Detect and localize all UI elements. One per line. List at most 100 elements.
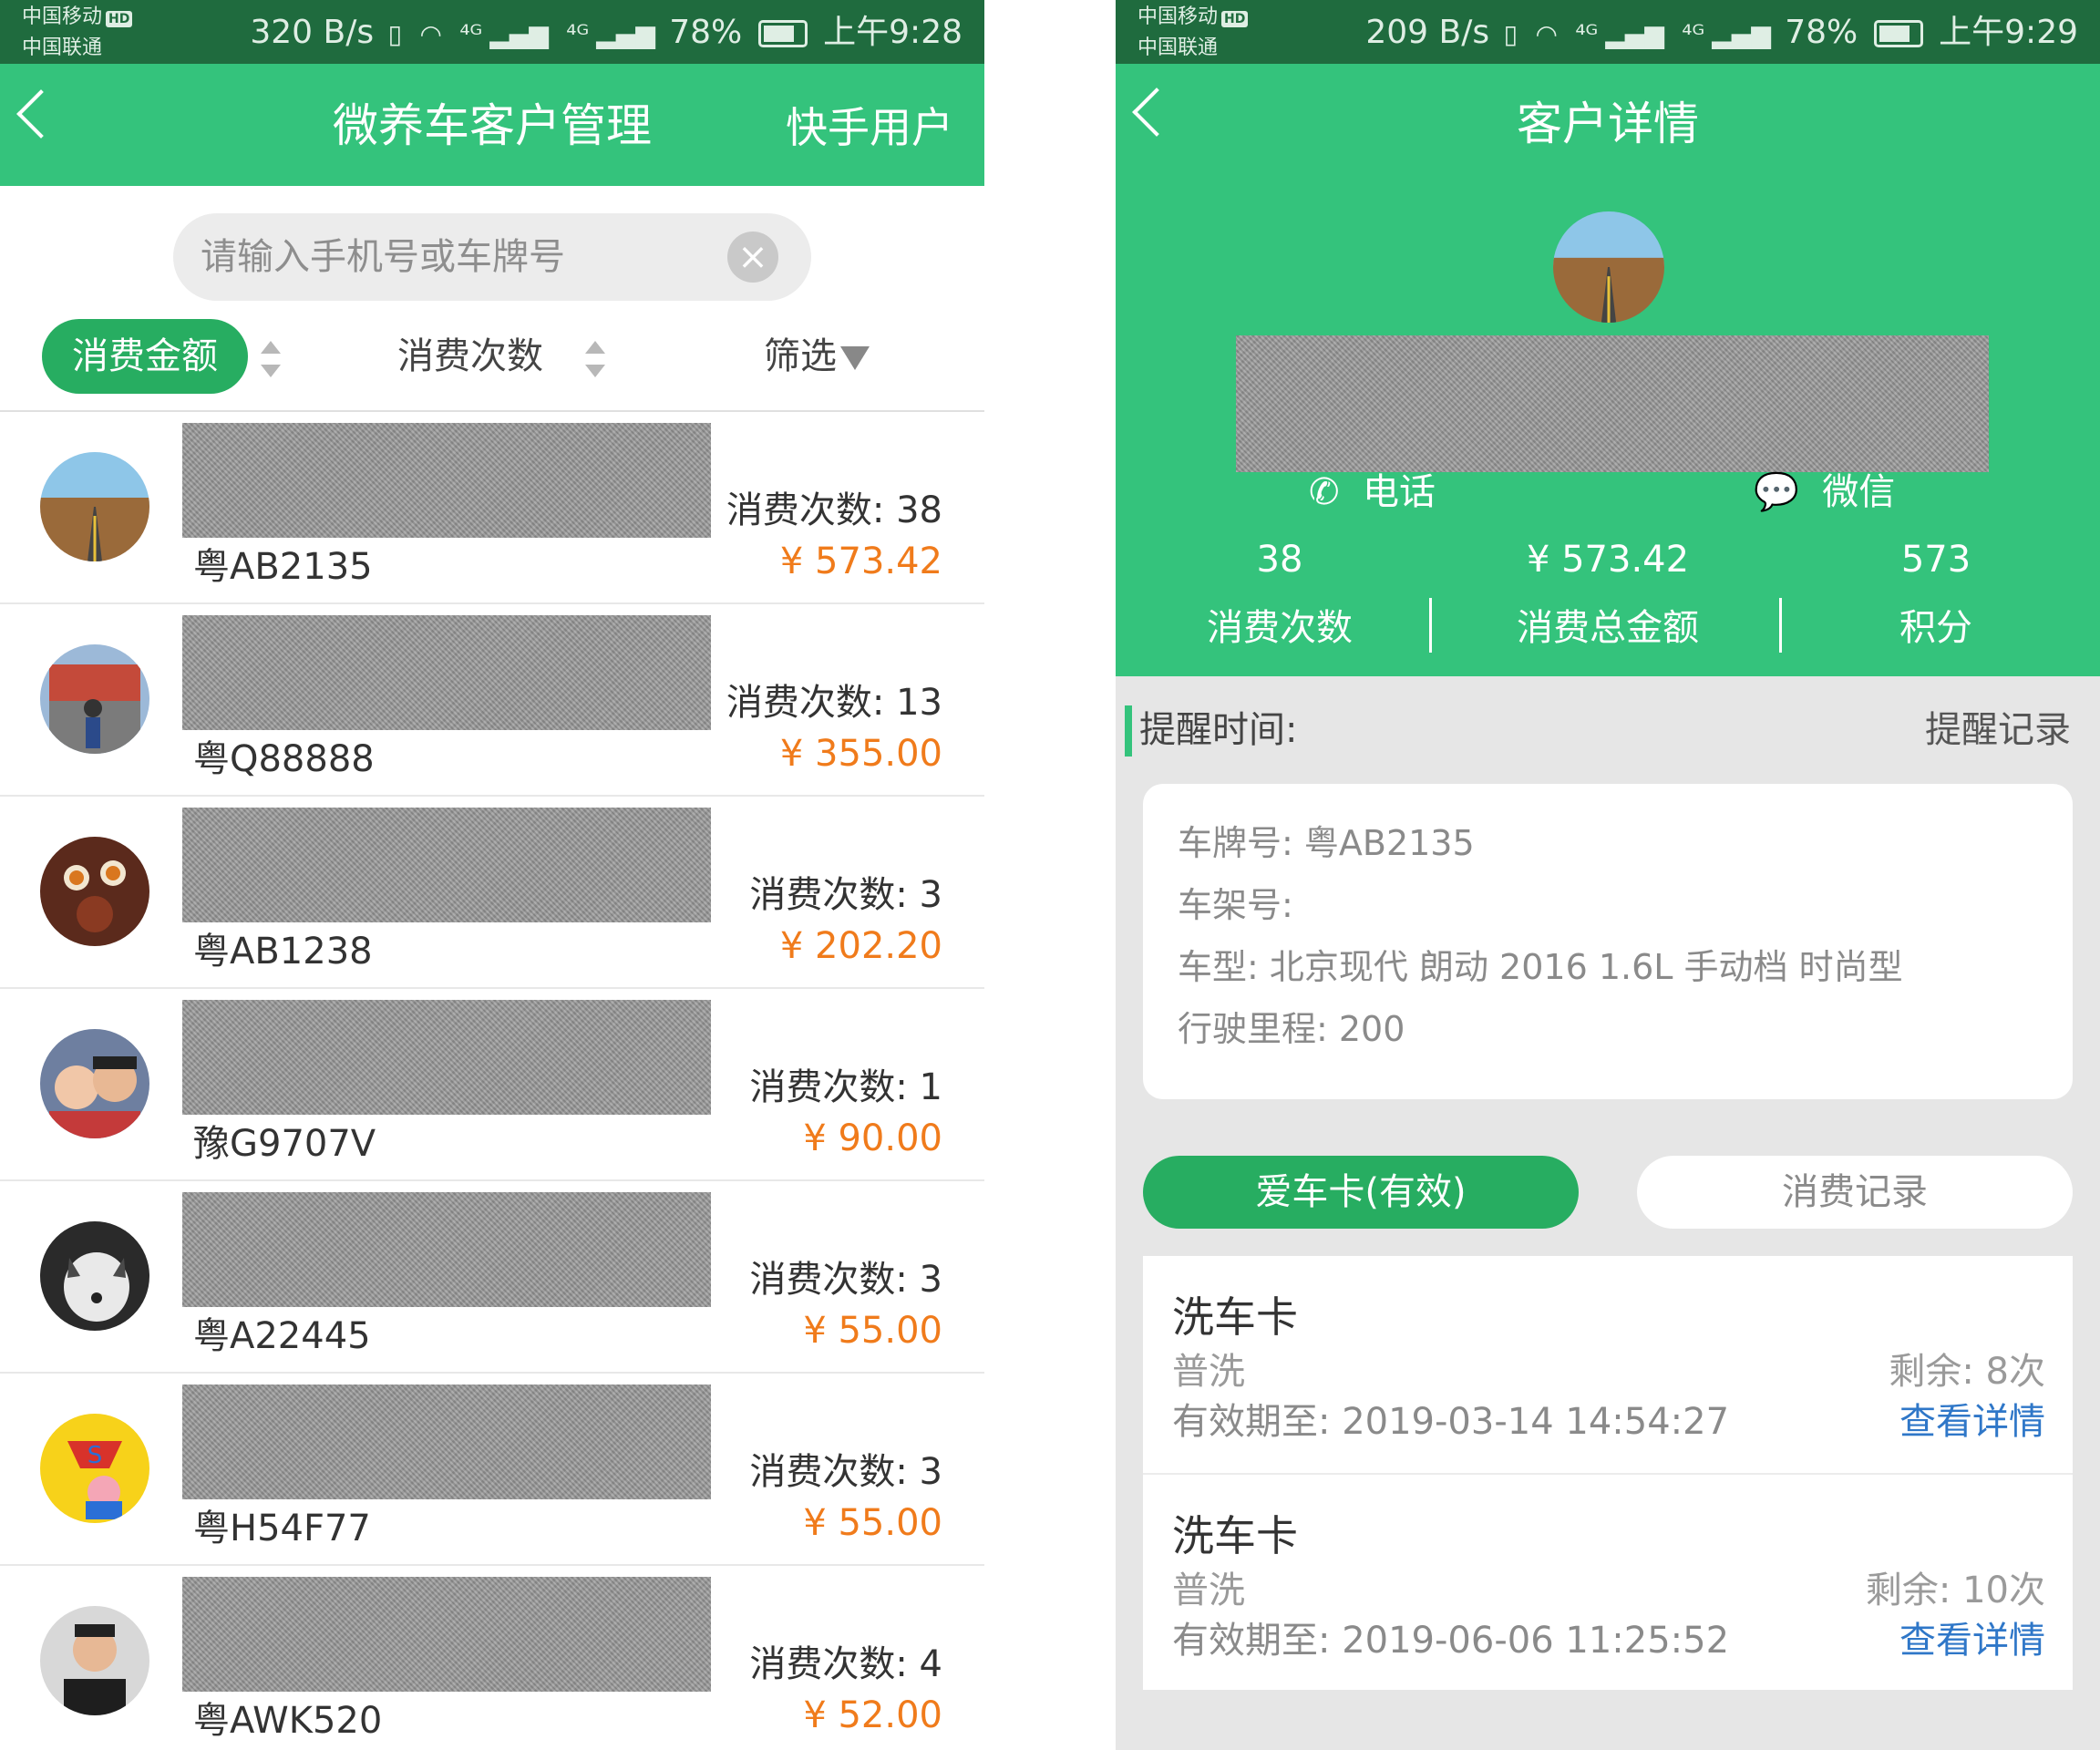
plate-number: 粤AB2135 — [193, 546, 373, 588]
wechat-label: 微信 — [1822, 471, 1896, 513]
avatar — [40, 644, 149, 754]
network-speed: 209 B/s — [1365, 14, 1490, 51]
customer-name-redacted — [182, 615, 711, 730]
consumption-count: 消费次数: 4 — [749, 1643, 942, 1685]
sort-arrows-icon[interactable] — [585, 341, 605, 377]
sort-arrows-icon[interactable] — [261, 341, 281, 377]
consumption-count: 消费次数: 38 — [726, 489, 942, 531]
status-indicators: 209 B/s ▯ ◠ ⁴ᴳ ▂▄▆ ⁴ᴳ ▂▄▆ 78% 上午9:29 — [1365, 13, 2078, 55]
clock: 上午9:29 — [1939, 14, 2078, 51]
consumption-amount: ¥ 90.00 — [803, 1117, 942, 1159]
network-speed: 320 B/s — [250, 14, 375, 51]
plate-number: 车牌号: 粤AB2135 — [1178, 823, 1475, 863]
vehicle-info-card: 车牌号: 粤AB2135 车架号: 车型: 北京现代 朗动 2016 1.6L … — [1143, 784, 2073, 1099]
consumption-amount: ¥ 52.00 — [803, 1694, 942, 1736]
consumption-count: 消费次数: 3 — [749, 1451, 942, 1493]
signal-bars-icon-2: ▂▄▆ — [596, 19, 655, 49]
status-indicators: 320 B/s ▯ ◠ ⁴ᴳ ▂▄▆ ⁴ᴳ ▂▄▆ 78% 上午9:28 — [250, 13, 962, 55]
consumption-count: 消费次数: 13 — [726, 682, 942, 724]
plate-number: 粤A22445 — [193, 1315, 371, 1357]
stat-points-value: 573 — [1900, 539, 1971, 581]
consumption-count: 消费次数: 3 — [749, 874, 942, 916]
filter-button[interactable]: 筛选 — [764, 330, 870, 383]
battery-icon — [757, 20, 808, 47]
frame-number: 车架号: — [1178, 885, 1293, 925]
tab-car-cards[interactable]: 爱车卡(有效) — [1143, 1156, 1579, 1229]
signal-bars-icon: ▂▄▆ — [489, 19, 549, 49]
customer-name-redacted — [182, 423, 711, 538]
customer-name-redacted — [182, 1000, 711, 1115]
card-title: 洗车卡 — [1172, 1292, 1298, 1342]
list-item: 洗车卡 普洗 有效期至: 2019-06-06 11:25:52 剩余: 10次… — [1143, 1475, 2073, 1690]
avatar — [40, 1606, 149, 1715]
clear-icon[interactable]: × — [727, 232, 778, 283]
filter-label: 筛选 — [764, 335, 837, 377]
avatar — [1553, 211, 1664, 323]
sort-by-amount-button[interactable]: 消费金额 — [42, 319, 248, 394]
customer-row[interactable]: 粤AWK520 消费次数: 4 ¥ 52.00 — [0, 1566, 984, 1750]
consumption-amount: ¥ 55.00 — [803, 1310, 942, 1352]
filter-funnel-icon — [840, 346, 870, 370]
customer-info-redacted — [1236, 335, 1989, 472]
customer-row[interactable]: 粤Q88888 消费次数: 13 ¥ 355.00 — [0, 604, 984, 797]
tab-consumption-records[interactable]: 消费记录 — [1637, 1156, 2073, 1229]
header-bar: 微养车客户管理 快手用户 — [0, 64, 984, 186]
consumption-count: 消费次数: 3 — [749, 1259, 942, 1301]
vibrate-icon: ▯ — [387, 19, 402, 49]
customer-row[interactable]: S 粤H54F77 消费次数: 3 ¥ 55.00 — [0, 1374, 984, 1566]
car-model: 车型: 北京现代 朗动 2016 1.6L 手动档 时尚型 — [1178, 947, 1903, 987]
consumption-amount: ¥ 55.00 — [803, 1502, 942, 1544]
clock: 上午9:28 — [823, 14, 962, 51]
view-details-link[interactable]: 查看详情 — [1899, 1615, 2045, 1666]
signal-4g-icon: ⁴ᴳ — [459, 19, 483, 49]
avatar — [40, 837, 149, 946]
stat-total-value: ¥ 573.42 — [1526, 539, 1690, 581]
status-bar: 中国移动 HD 中国联通 209 B/s ▯ ◠ ⁴ᴳ ▂▄▆ ⁴ᴳ ▂▄▆ 78% … — [1116, 0, 2100, 64]
search-input[interactable]: 请输入手机号或车牌号 × — [173, 213, 811, 301]
signal-bars-icon-2: ▂▄▆ — [1712, 19, 1771, 49]
mileage: 行驶里程: 200 — [1178, 1009, 1405, 1049]
consumption-amount: ¥ 573.42 — [779, 540, 942, 582]
signal-4g-icon-2: ⁴ᴳ — [566, 19, 590, 49]
customer-name-redacted — [182, 1385, 711, 1499]
sort-by-count-button[interactable]: 消费次数 — [397, 330, 543, 383]
customer-row[interactable]: 豫G9707V 消费次数: 1 ¥ 90.00 — [0, 989, 984, 1181]
customer-list: 粤AB2135 消费次数: 38 ¥ 573.42 粤Q88888 消费次数: … — [0, 412, 984, 1750]
plate-number: 粤H54F77 — [193, 1508, 371, 1549]
battery-percent: 78% — [1785, 14, 1858, 51]
signal-4g-icon-2: ⁴ᴳ — [1682, 19, 1705, 49]
avatar — [40, 452, 149, 561]
wifi-icon: ◠ — [1535, 19, 1558, 49]
vibrate-icon: ▯ — [1503, 19, 1518, 49]
reminder-time-label: 提醒时间: — [1139, 709, 1298, 751]
plate-number: 豫G9707V — [193, 1123, 376, 1165]
carrier-primary: 中国移动 HD — [1138, 5, 1249, 29]
battery-icon — [1873, 20, 1923, 47]
customer-detail-screen: 中国移动 HD 中国联通 209 B/s ▯ ◠ ⁴ᴳ ▂▄▆ ⁴ᴳ ▂▄▆ 78% … — [1116, 0, 2100, 1750]
avatar — [40, 1221, 149, 1331]
customer-row[interactable]: 粤AB2135 消费次数: 38 ¥ 573.42 — [0, 412, 984, 604]
carrier-secondary: 中国联通 — [22, 36, 103, 59]
wechat-button[interactable]: 💬 微信 — [1754, 467, 1895, 518]
customer-header: 客户详情 ✆ 电话 💬 微信 38 ¥ 573.42 573 消费次数 消费总金… — [1116, 64, 2100, 676]
card-remaining: 剩余: 10次 — [1865, 1570, 2045, 1611]
phone-button[interactable]: ✆ 电话 — [1309, 467, 1436, 518]
reminder-records-link[interactable]: 提醒记录 — [1925, 704, 2071, 757]
consumption-amount: ¥ 202.20 — [779, 925, 942, 967]
signal-bars-icon: ▂▄▆ — [1605, 19, 1664, 49]
section-accent-bar — [1125, 705, 1132, 757]
stat-points-label: 积分 — [1899, 607, 1972, 649]
card-type: 普洗 — [1172, 1570, 1245, 1611]
signal-4g-icon: ⁴ᴳ — [1575, 19, 1599, 49]
customer-row[interactable]: 粤AB1238 消费次数: 3 ¥ 202.20 — [0, 797, 984, 989]
customer-row[interactable]: 粤A22445 消费次数: 3 ¥ 55.00 — [0, 1181, 984, 1374]
sort-bar: 消费金额 消费次数 筛选 — [0, 314, 984, 412]
card-type: 普洗 — [1172, 1351, 1245, 1393]
kuaishou-users-button[interactable]: 快手用户 — [786, 100, 953, 155]
wifi-icon: ◠ — [419, 19, 442, 49]
customer-name-redacted — [182, 1577, 711, 1692]
phone-label: 电话 — [1362, 471, 1436, 513]
customer-name-redacted — [182, 1192, 711, 1307]
view-details-link[interactable]: 查看详情 — [1899, 1396, 2045, 1447]
list-item: 洗车卡 普洗 有效期至: 2019-03-14 14:54:27 剩余: 8次 … — [1143, 1256, 2073, 1475]
